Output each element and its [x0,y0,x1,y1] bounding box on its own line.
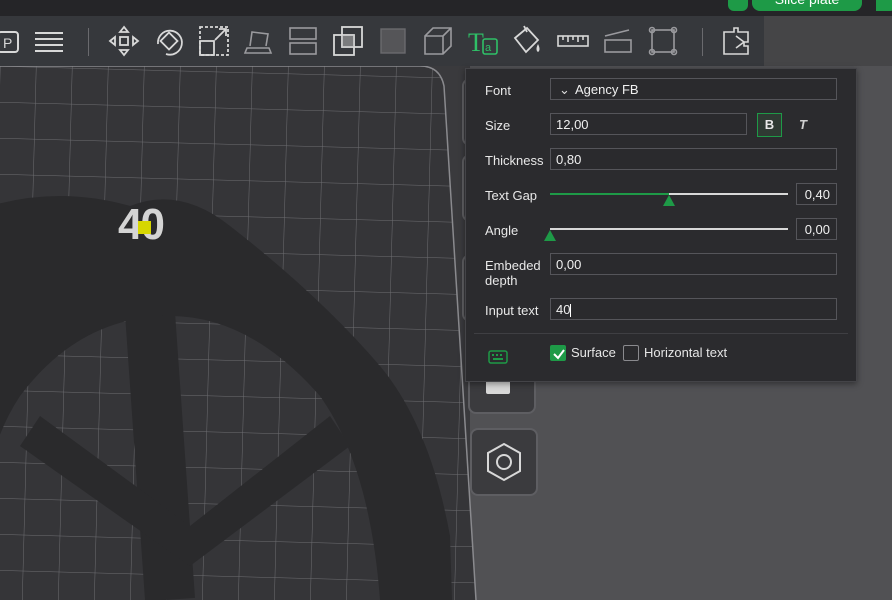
slider-track [550,228,788,230]
split-icon[interactable] [286,24,320,58]
support-paint-icon[interactable] [376,24,410,58]
thickness-label: Thickness [485,153,544,168]
rotate-icon[interactable] [152,24,186,58]
slider-thumb[interactable] [663,195,675,206]
toolbar-empty-area [764,16,892,66]
move-icon[interactable] [107,24,141,58]
hexagon-icon [487,442,521,482]
chevron-down-icon: ⌄ [559,82,570,97]
toolbar-separator [88,28,89,56]
cube-icon[interactable] [421,24,455,58]
embeded-label-line2: depth [485,273,518,288]
embeded-depth-input[interactable]: 0,00 [550,253,837,275]
svg-text:T: T [468,28,484,57]
text-gap-slider[interactable] [550,185,788,206]
horizontal-text-checkbox[interactable] [623,345,639,361]
text-gap-input[interactable]: 0,40 [796,183,837,205]
surface-label: Surface [571,345,616,360]
angle-label: Angle [485,223,519,238]
horizontal-text-label: Horizontal text [644,345,728,360]
slider-fill [550,193,669,195]
paint-bucket-icon[interactable] [510,24,544,58]
scale-icon[interactable] [197,24,231,58]
slice-dropdown-left[interactable] [728,0,748,11]
plate-icon[interactable]: P [0,24,26,58]
keyboard-icon[interactable] [488,350,508,364]
toolbar-separator [702,28,703,56]
embeded-depth-label: Embeded depth [485,258,541,288]
input-text-field[interactable]: 40 [550,298,837,320]
text-gap-label: Text Gap [485,188,538,203]
bold-button[interactable]: B [757,113,782,137]
slider-thumb[interactable] [544,230,556,241]
slice-plate-button[interactable]: Slice plate [752,0,862,11]
text-tool-icon[interactable]: T a [466,24,500,58]
angle-input[interactable]: 0,00 [796,218,837,240]
slice-dropdown-right[interactable] [876,0,892,11]
italic-button[interactable]: T [799,117,807,132]
checkmark-icon [553,349,565,360]
size-label: Size [485,118,511,133]
svg-text:P: P [3,35,12,51]
text-tool-panel: Font ⌄ Agency FB Size 12,00 B T Thicknes… [465,68,857,382]
svg-text:a: a [485,42,492,54]
assembly-icon[interactable] [720,24,754,58]
font-value: Agency FB [575,82,639,97]
hexagon-tool-button[interactable] [470,428,538,496]
cut-icon[interactable] [601,24,635,58]
main-toolbar: P T a [0,16,764,66]
layers-icon[interactable] [32,24,66,58]
size-input[interactable]: 12,00 [550,113,747,135]
embeded-label-line1: Embeded [485,258,541,273]
lay-on-face-icon[interactable] [241,24,275,58]
font-label: Font [485,83,512,98]
mesh-boolean-icon[interactable] [646,24,680,58]
boolean-icon[interactable] [331,24,365,58]
text-position-handle[interactable] [138,221,151,234]
input-text-value: 40 [556,302,571,317]
angle-slider[interactable] [544,220,788,241]
panel-divider [474,333,848,334]
text-caret [570,304,572,318]
input-text-label: Input text [485,303,539,318]
surface-checkbox[interactable] [550,345,566,361]
measure-icon[interactable] [556,24,590,58]
font-dropdown[interactable]: ⌄ Agency FB [550,78,837,100]
thickness-input[interactable]: 0,80 [550,148,837,170]
